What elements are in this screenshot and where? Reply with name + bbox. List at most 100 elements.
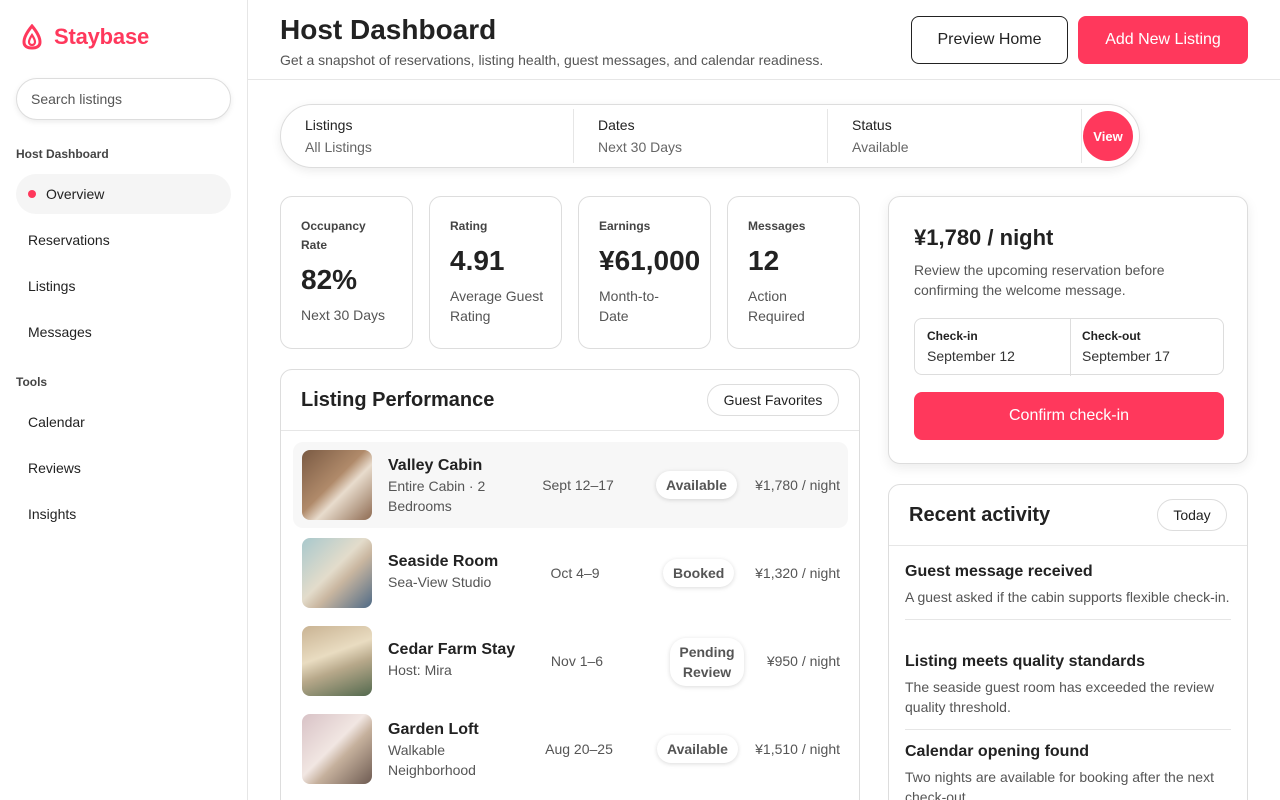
sidebar-item-label: Reservations [28,232,110,248]
activity-description: Two nights are available for booking aft… [905,769,1214,800]
listing-performance-card: Listing Performance Guest Favorites Vall… [280,369,860,800]
listing-name: Seaside Room [388,553,499,570]
status-badge: Pending Review [670,638,744,686]
nav-heading-host-dashboard: Host Dashboard [16,147,109,161]
guest-favorites-button[interactable]: Guest Favorites [707,384,839,416]
sidebar-item-label: Listings [28,278,76,294]
sidebar-item-messages[interactable]: Messages [16,312,231,352]
checkin-label: Check-in [927,329,978,343]
add-new-listing-button[interactable]: Add New Listing [1078,16,1248,64]
activity-item[interactable]: Guest message received A guest asked if … [905,562,1231,620]
filter-dates[interactable]: Dates Next 30 Days [598,109,818,165]
filter-listings-label: Listings [305,117,353,133]
reservation-description: Review the upcoming reservation before c… [914,262,1165,298]
listing-price: ¥950 / night [766,653,840,669]
listing-subtitle: Walkable Neighborhood [388,742,476,778]
listing-dates: Aug 20–25 [545,741,613,757]
listing-dates: Oct 4–9 [550,565,600,581]
listing-photo [302,538,372,608]
sidebar-item-reviews[interactable]: Reviews [16,448,231,488]
activity-title: Listing meets quality standards [905,653,1146,670]
preview-home-button[interactable]: Preview Home [911,16,1068,64]
status-badge: Available [656,471,737,499]
page-subtitle: Get a snapshot of reservations, listing … [280,52,824,68]
reservation-card: ¥1,780 / night Review the upcoming reser… [888,196,1248,464]
status-badge: Available [657,735,738,763]
recent-activity-header: Recent activity Today [889,485,1247,546]
sidebar-item-label: Insights [28,506,77,522]
stat-card-earnings: Earnings ¥61,000 Month-to-Date [578,196,711,349]
filter-status-value: Available [852,139,909,155]
stat-card-occupancy: Occupancy Rate 82% Next 30 Days [280,196,413,349]
stat-label: Occupancy Rate [301,219,366,252]
sidebar-item-label: Messages [28,324,92,340]
brand-name: Staybase [54,24,150,49]
reservation-price: ¥1,780 / night [914,225,1054,250]
activity-item[interactable]: Calendar opening found Two nights are av… [905,742,1231,800]
filter-dates-label: Dates [598,117,635,133]
active-dot-icon [28,190,36,198]
stat-value: ¥61,000 [599,245,701,276]
recent-activity-card: Recent activity Today Guest message rece… [888,484,1248,800]
listing-performance-header: Listing Performance Guest Favorites [281,370,859,431]
activity-description: A guest asked if the cabin supports flex… [905,589,1230,605]
listing-price: ¥1,780 / night [755,477,840,493]
listing-row-valley-cabin[interactable]: Valley Cabin Entire Cabin · 2 Bedrooms S… [293,442,848,528]
checkin-value: September 12 [927,348,1015,364]
checkout-label: Check-out [1082,329,1141,343]
stat-sub: Month-to-Date [599,288,659,324]
listing-performance-title: Listing Performance [301,389,495,411]
activity-title: Calendar opening found [905,743,1089,760]
listing-row-cedar-farm-stay[interactable]: Cedar Farm Stay Host: Mira Nov 1–6 Pendi… [293,618,848,704]
listing-dates: Nov 1–6 [550,653,604,669]
checkin-field[interactable]: Check-in September 12 [915,319,1070,376]
listing-row-seaside-room[interactable]: Seaside Room Sea-View Studio Oct 4–9 Boo… [293,530,848,616]
listing-name: Valley Cabin [388,457,483,474]
filter-divider [827,109,828,163]
stat-value: 82% [301,264,358,295]
filter-status-label: Status [852,117,892,133]
filter-status[interactable]: Status Available [852,109,1072,165]
filter-dates-value: Next 30 Days [598,139,683,155]
stat-label: Messages [748,219,806,233]
sidebar: Staybase Host Dashboard Overview Reserva… [0,0,248,800]
sidebar-item-overview[interactable]: Overview [16,174,231,214]
checkout-field[interactable]: Check-out September 17 [1070,319,1225,376]
listing-price: ¥1,320 / night [755,565,840,581]
sidebar-item-reservations[interactable]: Reservations [16,220,231,260]
reservation-dates: Check-in September 12 Check-out Septembe… [914,318,1225,376]
stat-value: 4.91 [450,245,505,276]
stat-card-messages: Messages 12 Action Required [727,196,860,349]
filter-divider [1081,109,1082,163]
brand[interactable]: Staybase [22,24,149,50]
sidebar-item-label: Calendar [28,414,85,430]
page-header: Host Dashboard Get a snapshot of reserva… [248,0,1280,80]
filter-listings[interactable]: Listings All Listings [305,109,565,165]
stat-sub: Next 30 Days [301,307,386,323]
sidebar-item-insights[interactable]: Insights [16,494,231,534]
sidebar-item-listings[interactable]: Listings [16,266,231,306]
listing-name: Cedar Farm Stay [388,641,516,658]
stat-label: Earnings [599,219,651,233]
confirm-checkin-button[interactable]: Confirm check-in [914,392,1224,440]
listing-dates: Sept 12–17 [542,477,614,493]
today-button[interactable]: Today [1157,499,1227,531]
page-title: Host Dashboard [280,14,497,45]
sidebar-item-label: Overview [46,186,105,202]
listing-row-garden-loft[interactable]: Garden Loft Walkable Neighborhood Aug 20… [293,706,848,792]
activity-title: Guest message received [905,563,1093,580]
stat-card-rating: Rating 4.91 Average Guest Rating [429,196,562,349]
activity-item[interactable]: Listing meets quality standards The seas… [905,652,1231,730]
listing-photo [302,450,372,520]
sidebar-item-calendar[interactable]: Calendar [16,402,231,442]
stat-label: Rating [450,219,488,233]
filter-divider [573,109,574,163]
search-input[interactable] [16,78,231,120]
activity-description: The seaside guest room has exceeded the … [905,679,1214,715]
listing-photo [302,626,372,696]
view-button[interactable]: View [1083,111,1133,161]
staybase-logo-icon [22,24,42,50]
listing-subtitle: Entire Cabin · 2 Bedrooms [388,478,486,514]
status-badge: Booked [663,559,735,587]
listing-price: ¥1,510 / night [755,741,840,757]
